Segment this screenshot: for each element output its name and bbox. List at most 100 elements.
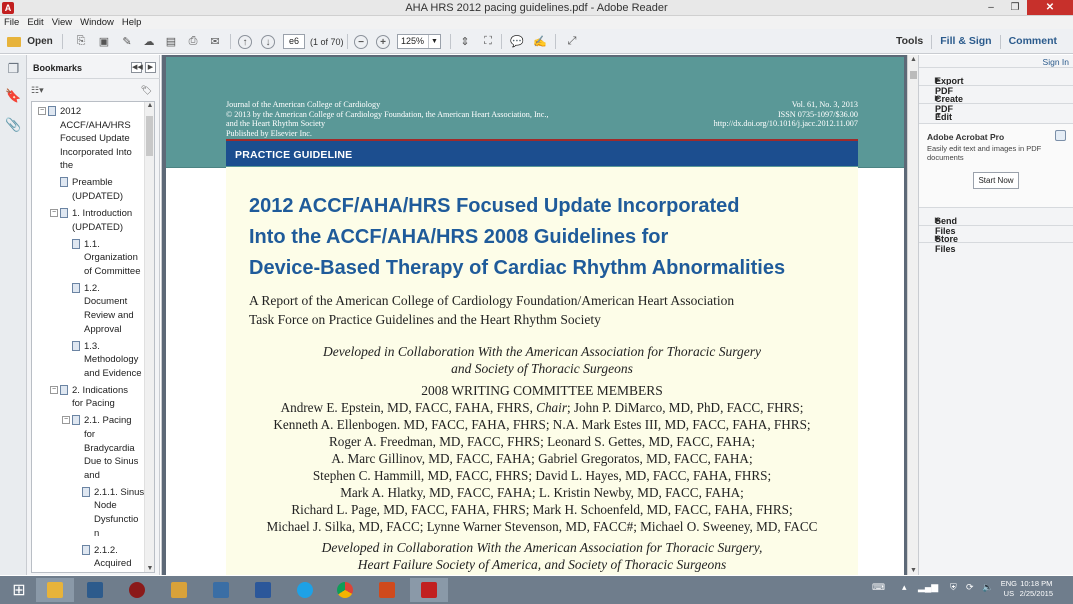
edit-icon[interactable]: ✎	[118, 33, 136, 50]
scroll-down-icon[interactable]: ▼	[145, 565, 154, 572]
menu-view[interactable]: View	[48, 16, 76, 29]
store-files-row[interactable]: ▶ Store Files	[919, 225, 1073, 254]
system-clock[interactable]: 10:18 PM 2/25/2015	[1020, 579, 1053, 599]
bookmark-item[interactable]: − 2.1. Pacing for Bradycardia Due to Sinus an…	[32, 414, 144, 482]
bookmark-item[interactable]: − 2012 ACCF/AHA/HRS Focused Update Incorpora…	[32, 105, 144, 173]
keyboard-icon[interactable]: ⌨	[872, 582, 885, 593]
collapse-toggle-icon[interactable]: −	[50, 385, 58, 394]
tools-link[interactable]: Tools	[888, 35, 931, 49]
read-mode-icon[interactable]: ⤢	[563, 33, 581, 50]
scrollbar-thumb[interactable]	[146, 116, 153, 156]
toolbar-separator	[450, 34, 451, 49]
publisher: Published by Elsevier Inc.	[226, 128, 312, 138]
taskbar-app[interactable]	[160, 578, 198, 602]
network-icon[interactable]: ▂▄▆	[918, 582, 938, 593]
collapse-toggle-icon[interactable]: −	[62, 416, 70, 425]
bookmark-label: 2.1.2. Acquired	[94, 544, 132, 570]
bookmark-icon	[72, 415, 80, 426]
combine-icon[interactable]: ▣	[95, 33, 113, 50]
menu-file[interactable]: File	[0, 16, 23, 29]
ie-taskbar[interactable]	[286, 578, 324, 602]
start-now-button[interactable]: Start Now	[973, 172, 1019, 189]
print-icon[interactable]: ⎙	[184, 33, 202, 50]
bookmark-item[interactable]: 1.1. Organization of Committee	[32, 238, 144, 279]
bookmark-label: 1. Introduction (UPDATED)	[72, 208, 133, 233]
author-list: Andrew E. Epstein, MD, FACC, FAHA, FHRS,…	[226, 399, 858, 535]
windows-logo-icon: ⊞	[12, 582, 26, 599]
bookmark-item[interactable]: − 2. Indications for Pacing	[32, 384, 144, 411]
comment-link[interactable]: Comment	[1001, 35, 1065, 49]
toolbar-separator	[230, 34, 231, 49]
zoom-select[interactable]: 125% ▼	[397, 34, 441, 49]
bookmark-label: 2.1. Pacing for Bradycardia Due to Sinus and	[84, 415, 139, 481]
bookmarks-scrollbar[interactable]: ▲ ▼	[144, 102, 154, 572]
collapse-toggle-icon[interactable]: −	[38, 107, 46, 115]
zoom-out-icon[interactable]: −	[354, 35, 368, 49]
menu-window[interactable]: Window	[76, 16, 118, 29]
email-icon[interactable]: ✉	[206, 33, 224, 50]
scrollbar-thumb[interactable]	[910, 71, 917, 79]
bookmark-item[interactable]: 2.1.2. Acquired	[32, 544, 144, 571]
taskbar-app[interactable]	[202, 578, 240, 602]
section-banner-label: PRACTICE GUIDELINE	[235, 149, 353, 161]
maximize-button[interactable]: ❐	[1003, 0, 1027, 15]
word-taskbar[interactable]	[244, 578, 282, 602]
fit-width-icon[interactable]: ⛶	[479, 33, 497, 50]
toolbar-separator	[555, 34, 556, 49]
taskbar-app[interactable]	[368, 578, 406, 602]
open-button[interactable]: Open	[6, 33, 54, 50]
fit-page-icon[interactable]: ⇕	[456, 33, 474, 50]
highlight-icon[interactable]: ✍	[531, 33, 549, 50]
attachments-icon[interactable]: 📎	[5, 117, 21, 133]
sign-in-link[interactable]: Sign In	[1043, 57, 1069, 67]
bookmark-item[interactable]: − 1. Introduction (UPDATED)	[32, 207, 144, 234]
adobe-reader-taskbar[interactable]	[410, 578, 448, 602]
document-scrollbar[interactable]: ▲ ▼	[907, 55, 918, 575]
save-icon[interactable]: ▤	[162, 33, 180, 50]
start-button[interactable]: ⊞	[0, 578, 38, 602]
cloud-upload-icon[interactable]: ☁	[140, 33, 158, 50]
volume-icon[interactable]: 🔈	[982, 582, 993, 593]
edit-pdf-row[interactable]: ▼Edit PDF	[919, 103, 1073, 132]
previous-page-icon[interactable]: ↑	[238, 35, 252, 49]
issn: ISSN 0735-1097/$36.00	[777, 109, 858, 119]
folder-icon	[47, 582, 63, 598]
shield-icon[interactable]: ⛨	[950, 582, 957, 593]
taskbar-app[interactable]	[76, 578, 114, 602]
bookmark-item[interactable]: 1.3. Methodology and Evidence	[32, 340, 144, 381]
create-pdf-icon[interactable]: ⎘	[72, 33, 90, 50]
expand-panel-icon[interactable]: ▶	[145, 62, 156, 73]
input-language[interactable]: ENG US	[1001, 579, 1017, 599]
tray-chevron-icon[interactable]: ▴	[902, 582, 907, 593]
bookmark-item[interactable]: 2.1.1. Sinus Node Dysfunctio n	[32, 486, 144, 540]
close-button[interactable]: ✕	[1027, 0, 1073, 15]
sync-icon[interactable]: ⟳	[966, 582, 974, 593]
doi-link[interactable]: http://dx.doi.org/10.1016/j.jacc.2012.11…	[598, 119, 858, 129]
menu-edit[interactable]: Edit	[23, 16, 47, 29]
bookmark-icon	[60, 208, 68, 218]
minimize-button[interactable]: –	[979, 0, 1003, 15]
zoom-in-icon[interactable]: +	[376, 35, 390, 49]
comment-icon[interactable]: 💬	[508, 33, 526, 50]
file-explorer-taskbar[interactable]	[36, 578, 74, 602]
new-bookmark-icon[interactable]: 🏷	[141, 85, 152, 96]
chrome-taskbar[interactable]	[326, 578, 364, 602]
bookmarks-icon[interactable]: 🔖	[5, 88, 21, 104]
bookmark-item[interactable]: 1.2. Document Review and Approval	[32, 282, 144, 336]
options-menu-icon[interactable]: ☷▾	[31, 85, 44, 96]
page-thumbnails-icon[interactable]: ❐	[6, 61, 21, 77]
export-pdf-row[interactable]: ▶ Export PDF	[919, 67, 1073, 96]
page-count: (1 of 70)	[310, 37, 344, 47]
collapse-panel-icon[interactable]: ◀◀	[131, 62, 143, 73]
collapse-toggle-icon[interactable]: −	[50, 209, 58, 217]
taskbar-app[interactable]	[118, 578, 156, 602]
next-page-icon[interactable]: ↓	[261, 35, 275, 49]
menu-help[interactable]: Help	[118, 16, 146, 29]
journal-info-right: Vol. 61, No. 3, 2013 ISSN 0735-1097/$36.…	[598, 100, 858, 129]
fill-sign-link[interactable]: Fill & Sign	[932, 35, 999, 49]
scroll-up-icon[interactable]: ▲	[145, 102, 154, 109]
page-number-input[interactable]: e6	[283, 34, 305, 49]
send-files-row[interactable]: ▶ Send Files	[919, 207, 1073, 236]
create-pdf-row[interactable]: ▶ Create PDF	[919, 85, 1073, 114]
bookmark-item[interactable]: Preamble (UPDATED)	[32, 176, 144, 203]
